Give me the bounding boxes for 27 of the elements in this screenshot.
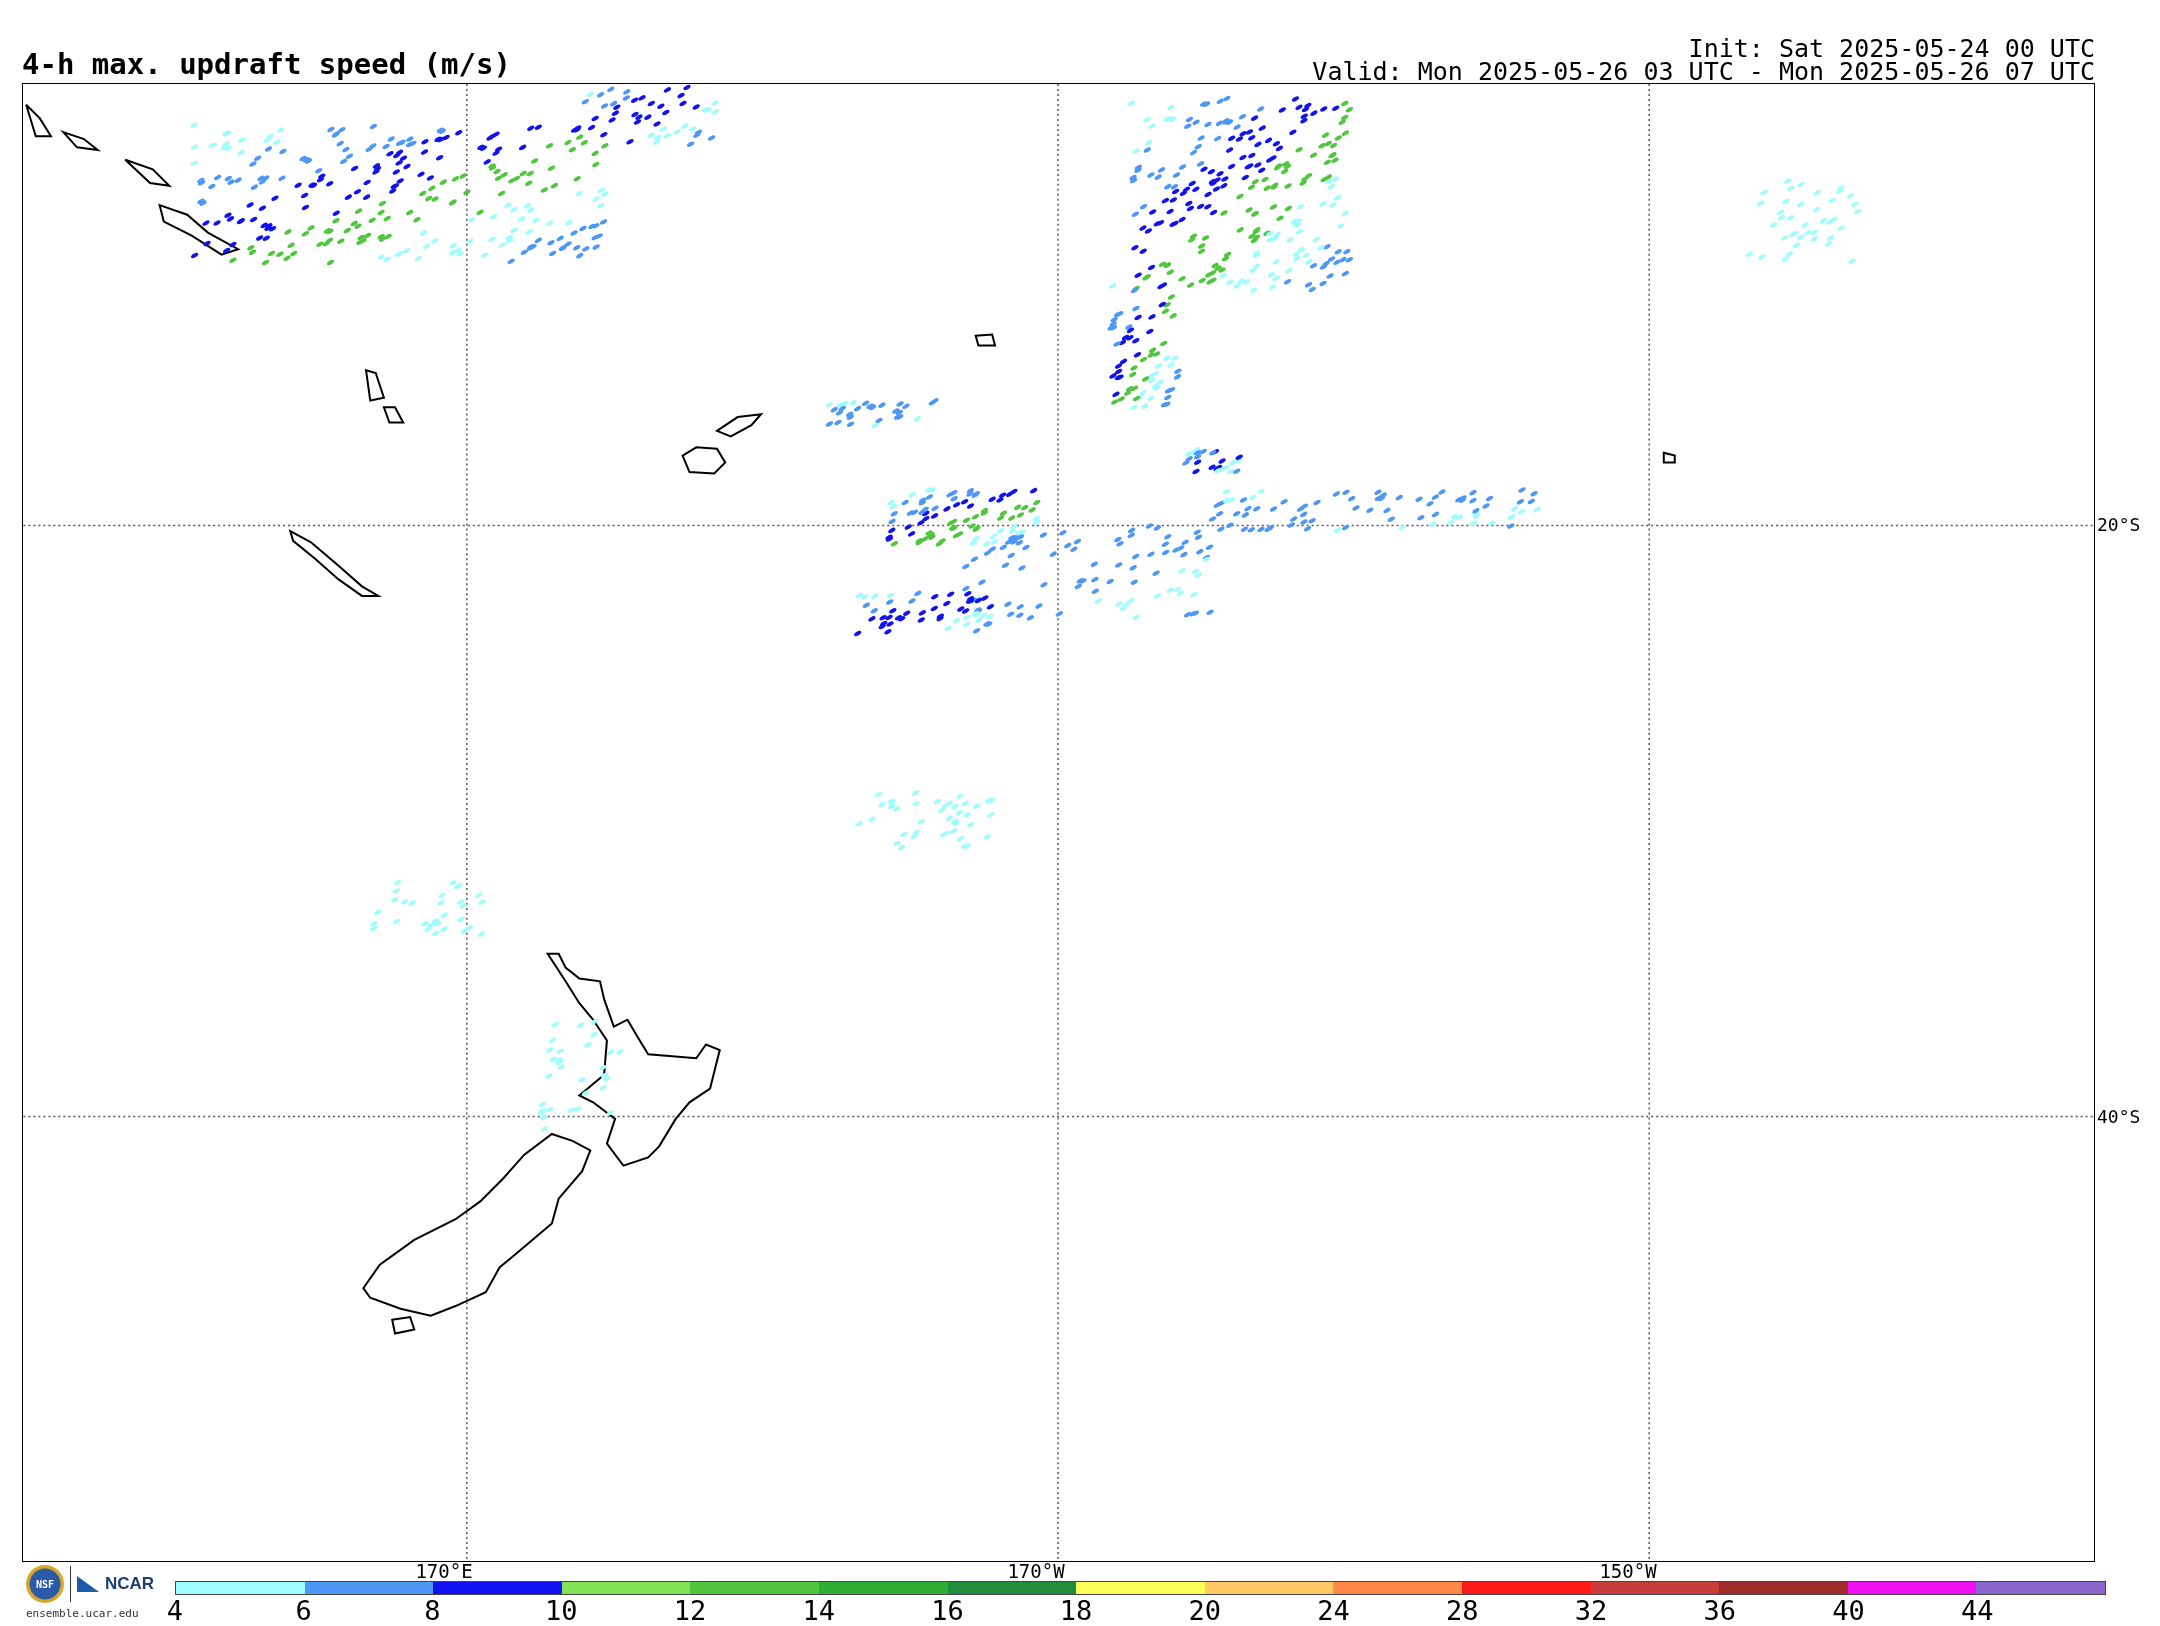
scale-tick-label: 20: [1188, 1597, 1222, 1625]
scale-tick-label: 28: [1446, 1597, 1479, 1625]
scale-tick-label: 24: [1317, 1597, 1350, 1625]
scale-tick-label: 40: [1832, 1597, 1865, 1625]
scale-tick-label: 10: [544, 1597, 578, 1625]
logo-text: NCAR: [105, 1573, 155, 1596]
chart-title: 4-h max. updraft speed (m/s): [22, 50, 511, 83]
longitude-label: 170°E: [415, 1562, 473, 1581]
longitude-label: 170°W: [1007, 1562, 1065, 1581]
scale-tick-label: 6: [295, 1597, 312, 1625]
scale-tick-label: 4: [166, 1597, 184, 1625]
website-url: ensemble.ucar.edu: [26, 1606, 140, 1622]
scale-tick-label: 32: [1574, 1597, 1608, 1625]
valid-time: Valid: Mon 2025-05-26 03 UTC - Mon 2025-05-26 07 UTC: [1312, 60, 2095, 83]
seal-logo: NSF: [26, 1565, 64, 1603]
scale-tick-label: 14: [802, 1597, 835, 1625]
scale-tick-label: 36: [1703, 1597, 1737, 1625]
scale-tick-label: 8: [424, 1597, 441, 1625]
longitude-label: 150°W: [1599, 1562, 1657, 1581]
scale-tick-label: 12: [673, 1597, 707, 1625]
init-time: Init: Sat 2025-05-24 00 UTC: [1687, 37, 2095, 60]
scale-tick-label: 44: [1961, 1597, 1994, 1625]
latitude-label: 20°S: [2096, 516, 2141, 534]
latitude-label: 40°S: [2096, 1108, 2141, 1126]
scale-tick-label: 18: [1059, 1597, 1093, 1625]
flag-icon: [77, 1576, 99, 1592]
scale-tick-label: 16: [931, 1597, 964, 1625]
